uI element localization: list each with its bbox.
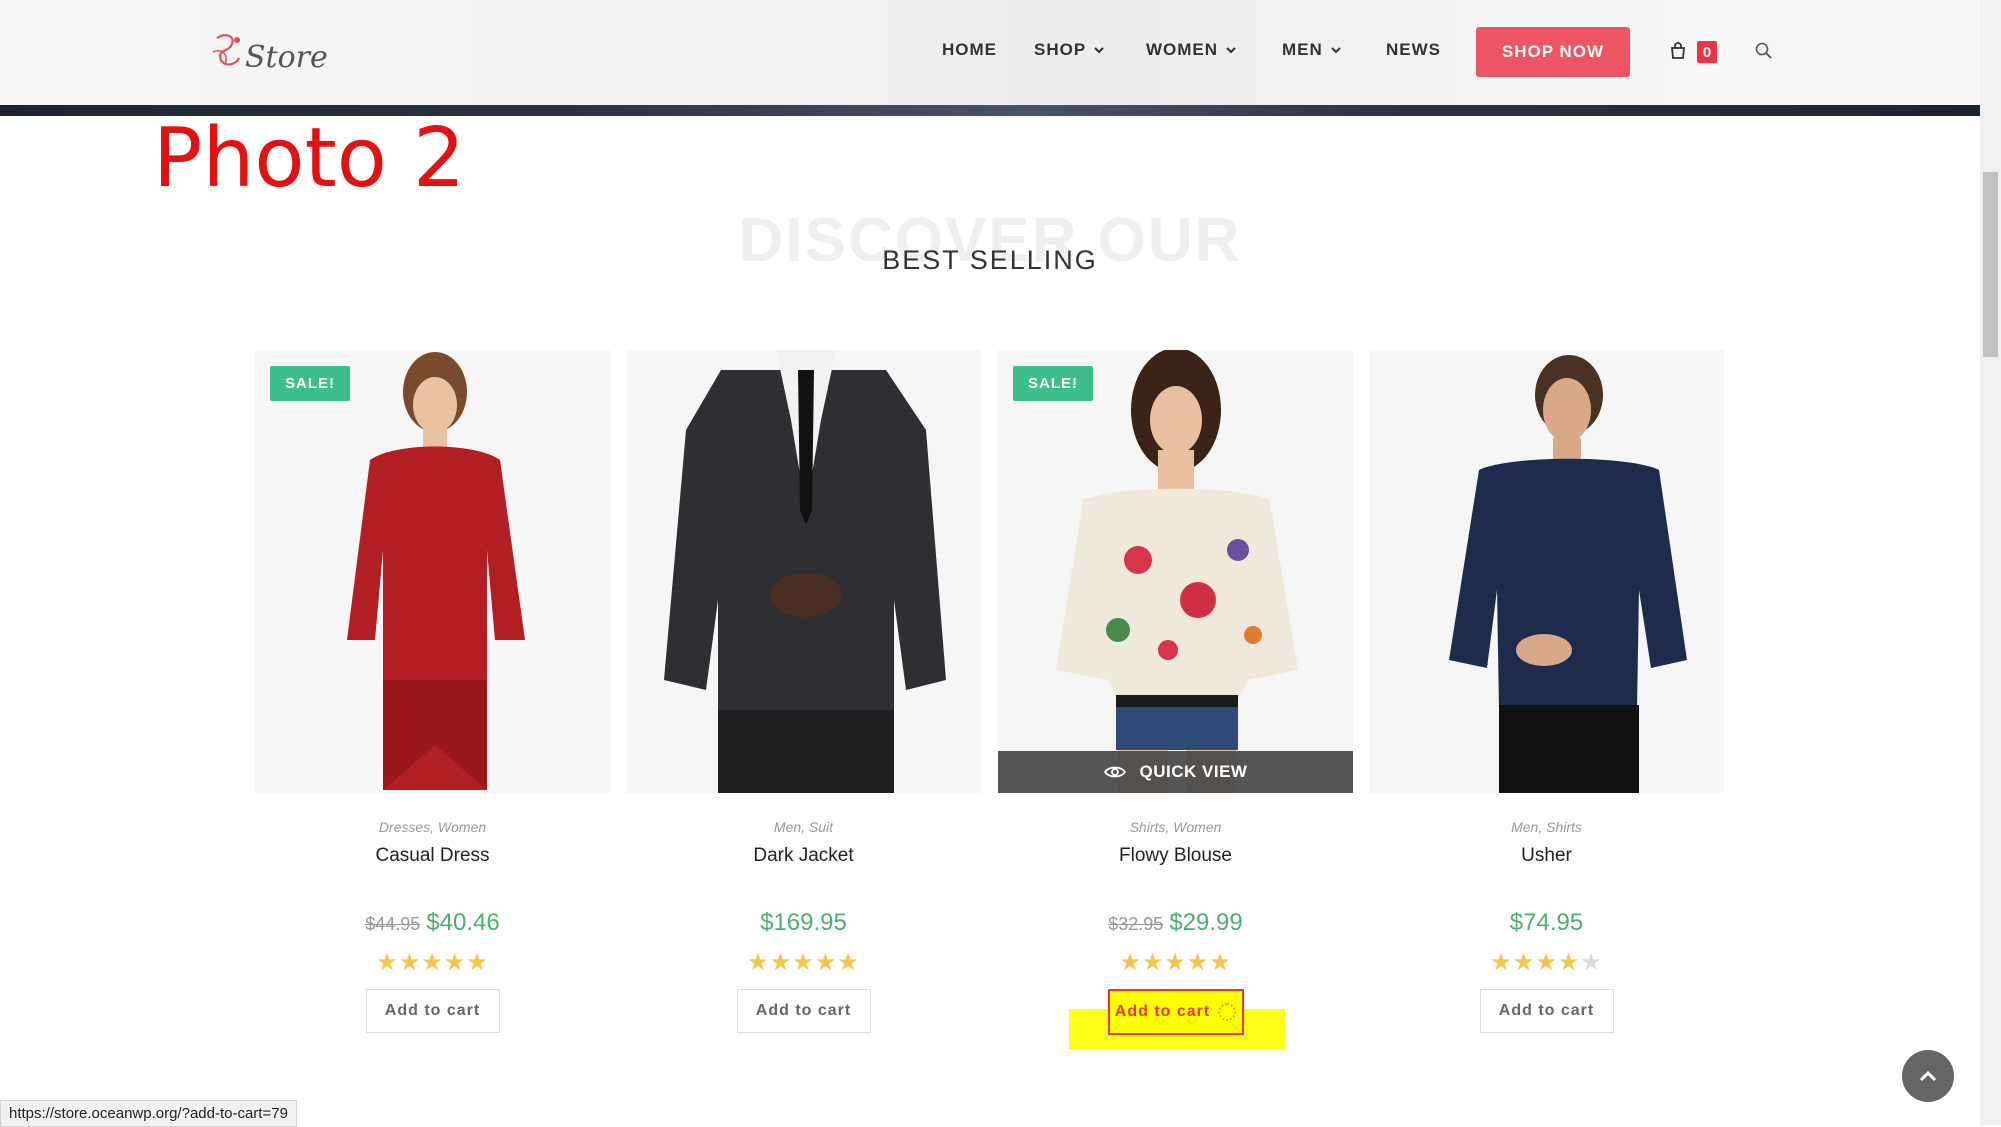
cart-count-badge[interactable]: 0	[1697, 41, 1717, 63]
star-icon: ★	[814, 949, 838, 976]
nav-home-label: HOME	[942, 40, 997, 59]
sale-badge: SALE!	[1013, 366, 1093, 401]
product-name[interactable]: Usher	[1369, 845, 1724, 867]
current-price: $169.95	[760, 909, 847, 936]
product-image[interactable]	[626, 350, 981, 793]
current-price: $74.95	[1509, 909, 1584, 936]
section-title: BEST SELLING	[882, 245, 1098, 275]
nav-news[interactable]: NEWS	[1386, 40, 1441, 60]
scrollbar-thumb[interactable]	[1983, 172, 1998, 357]
quick-view-label: QUICK VIEW	[1139, 762, 1248, 781]
star-icon: ★	[1490, 949, 1513, 976]
product-categories[interactable]: Men, Suit	[626, 819, 981, 835]
product-card: SALE! Dresses, Women Casual Dress $44.95…	[255, 350, 610, 1033]
product-image[interactable]: SALE! QUICK VIEW	[998, 350, 1353, 793]
nav-shop[interactable]: SHOP	[1034, 40, 1104, 60]
star-icon: ★	[792, 949, 815, 976]
star-icon: ★	[1557, 949, 1581, 976]
product-card: Men, Suit Dark Jacket $169.95 ★★★★★ Add …	[626, 350, 981, 1033]
star-icon: ★	[421, 949, 444, 976]
star-icon: ★	[1535, 949, 1558, 976]
chevron-down-icon	[1226, 47, 1236, 54]
chevron-up-icon	[1919, 1070, 1937, 1082]
star-icon: ★	[1164, 949, 1187, 976]
star-icon: ★	[1580, 949, 1603, 976]
product-image[interactable]	[1369, 350, 1724, 793]
current-price: $40.46	[426, 909, 500, 936]
product-price: $32.95 $29.99	[998, 909, 1353, 937]
old-price: $32.95	[1108, 914, 1164, 934]
product-name[interactable]: Casual Dress	[255, 845, 610, 867]
star-icon: ★	[1209, 949, 1232, 976]
product-price: $169.95	[626, 909, 981, 937]
add-to-cart-button[interactable]: Add to cart	[1107, 989, 1244, 1035]
back-to-top-button[interactable]	[1902, 1050, 1954, 1102]
product-price: $74.95	[1369, 909, 1724, 937]
star-icon: ★	[376, 949, 399, 976]
browser-status-url: https://store.oceanwp.org/?add-to-cart=7…	[0, 1100, 297, 1127]
current-price: $29.99	[1169, 909, 1243, 936]
product-price: $44.95 $40.46	[255, 909, 610, 937]
star-rating: ★★★★★	[255, 951, 610, 975]
loading-spinner-icon	[1218, 1003, 1237, 1021]
man-navy-shirt-image	[1369, 350, 1724, 793]
search-icon[interactable]	[1755, 42, 1773, 65]
product-name[interactable]: Dark Jacket	[626, 845, 981, 867]
nav-women-label: WOMEN	[1146, 40, 1219, 59]
product-card: Men, Shirts Usher $74.95 ★★★★★ Add to ca…	[1369, 350, 1724, 1033]
product-categories[interactable]: Men, Shirts	[1369, 819, 1724, 835]
product-categories[interactable]: Shirts, Women	[998, 819, 1353, 835]
star-icon: ★	[443, 949, 467, 976]
product-name[interactable]: Flowy Blouse	[998, 845, 1353, 867]
old-price: $44.95	[365, 914, 421, 934]
star-rating: ★★★★★	[998, 951, 1353, 975]
star-icon: ★	[1512, 949, 1536, 976]
add-to-cart-button[interactable]: Add to cart	[1479, 989, 1614, 1033]
star-icon: ★	[747, 949, 770, 976]
sale-badge: SALE!	[270, 366, 350, 401]
nav-men-label: MEN	[1282, 40, 1323, 59]
star-icon: ★	[769, 949, 793, 976]
man-dark-jacket-image	[626, 350, 981, 793]
woman-red-dress-image	[255, 350, 610, 793]
logo-text[interactable]: Store	[245, 40, 328, 75]
product-image[interactable]: SALE!	[255, 350, 610, 793]
product-categories[interactable]: Dresses, Women	[255, 819, 610, 835]
nav-news-label: NEWS	[1386, 40, 1441, 59]
star-rating: ★★★★★	[1369, 951, 1724, 975]
chevron-down-icon	[1094, 47, 1104, 54]
chevron-down-icon	[1331, 47, 1341, 54]
nav-women[interactable]: WOMEN	[1146, 40, 1236, 60]
eye-icon	[1103, 766, 1126, 778]
star-rating: ★★★★★	[626, 951, 981, 975]
quick-view-button[interactable]: QUICK VIEW	[998, 751, 1353, 793]
star-icon: ★	[1186, 949, 1210, 976]
woman-floral-blouse-image	[998, 350, 1353, 793]
page-scrollbar[interactable]	[1980, 0, 2001, 1125]
star-icon: ★	[398, 949, 422, 976]
add-to-cart-label: Add to cart	[1114, 1003, 1211, 1020]
nav-men[interactable]: MEN	[1282, 40, 1341, 60]
product-card: SALE! QUICK VIEW Shirts, Women Flowy Blo…	[998, 350, 1353, 1035]
annotation-label: Photo 2	[153, 111, 466, 206]
add-to-cart-button[interactable]: Add to cart	[736, 989, 871, 1033]
nav-home[interactable]: HOME	[942, 40, 997, 60]
star-icon: ★	[837, 949, 860, 976]
star-icon: ★	[466, 949, 489, 976]
cart-icon[interactable]	[1668, 41, 1688, 66]
add-to-cart-button[interactable]: Add to cart	[365, 989, 500, 1033]
star-icon: ★	[1141, 949, 1165, 976]
shop-now-button[interactable]: SHOP NOW	[1476, 27, 1630, 77]
nav-shop-label: SHOP	[1034, 40, 1087, 59]
star-icon: ★	[1119, 949, 1142, 976]
